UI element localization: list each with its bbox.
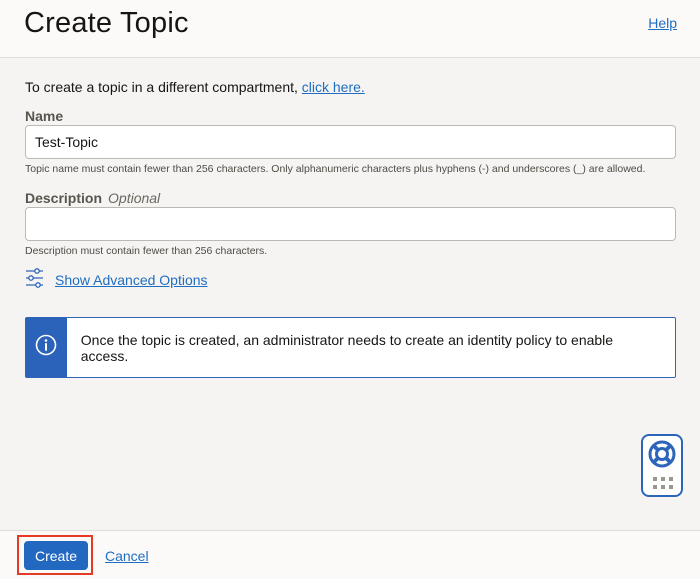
show-advanced-options-label: Show Advanced Options: [55, 272, 208, 288]
optional-tag: Optional: [108, 190, 161, 206]
description-label: Description Optional: [25, 190, 160, 206]
info-icon: [35, 334, 57, 361]
show-advanced-options[interactable]: Show Advanced Options: [25, 267, 208, 293]
compartment-note-text: To create a topic in a different compart…: [25, 79, 302, 95]
compartment-note: To create a topic in a different compart…: [25, 79, 365, 95]
name-input[interactable]: [25, 125, 676, 159]
sliders-icon: [25, 267, 44, 293]
cancel-link[interactable]: Cancel: [105, 548, 149, 564]
page-title: Create Topic: [24, 7, 189, 39]
info-text: Once the topic is created, an administra…: [80, 332, 614, 364]
name-hint: Topic name must contain fewer than 256 c…: [25, 163, 646, 175]
help-widget[interactable]: [641, 434, 683, 497]
panel-header: Create Topic Help: [0, 0, 700, 58]
create-button[interactable]: Create: [24, 541, 88, 570]
grid-icon[interactable]: [653, 477, 673, 495]
description-label-text: Description: [25, 190, 103, 206]
info-strip: [26, 318, 67, 377]
help-link[interactable]: Help: [648, 15, 677, 31]
description-input[interactable]: [25, 207, 676, 241]
lifebuoy-icon[interactable]: [648, 440, 676, 473]
info-message: Once the topic is created, an administra…: [25, 317, 676, 378]
name-label: Name: [25, 108, 64, 124]
change-compartment-link[interactable]: click here.: [302, 79, 365, 95]
description-hint: Description must contain fewer than 256 …: [25, 245, 268, 257]
